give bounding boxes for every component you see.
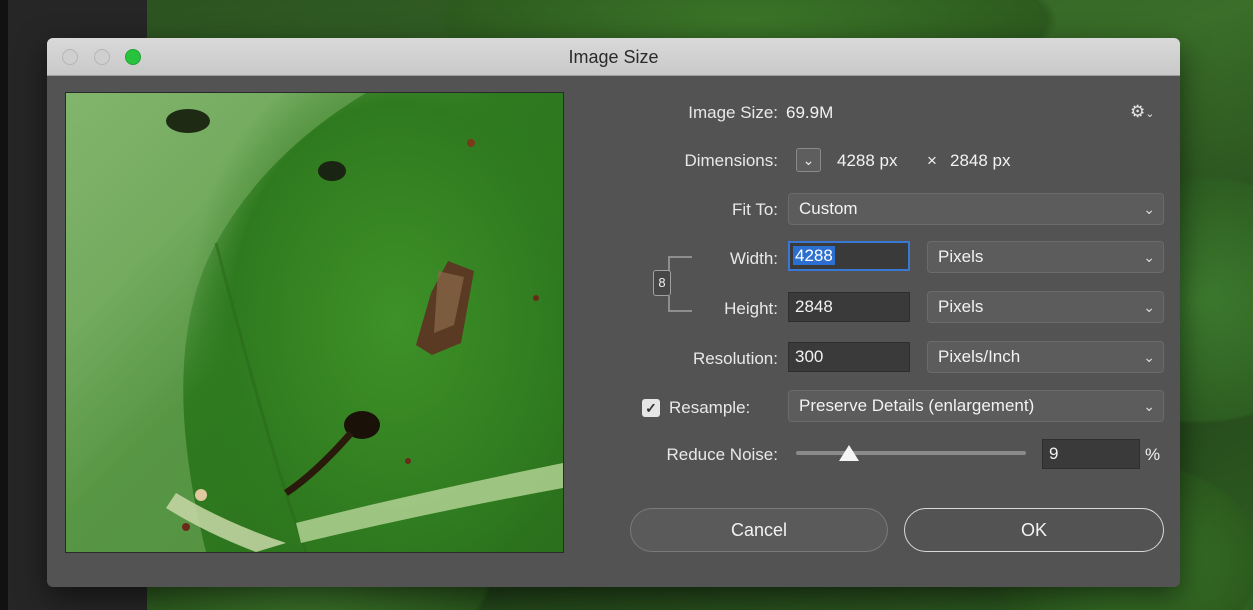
image-size-value: 69.9M	[786, 103, 834, 122]
fit-to-value: Custom	[799, 199, 858, 218]
preview-leaf-graphic	[66, 93, 563, 552]
resolution-input[interactable]: 300	[788, 342, 910, 372]
resolution-unit-value: Pixels/Inch	[938, 347, 1021, 366]
chevron-down-icon: ⌄	[1143, 349, 1155, 365]
link-bracket-top	[668, 256, 692, 272]
link-bracket-bottom	[668, 296, 692, 312]
gear-icon[interactable]: ⚙⌄	[1130, 102, 1154, 122]
resample-label: Resample:	[669, 398, 751, 417]
resample-method-select[interactable]: Preserve Details (enlargement) ⌄	[788, 390, 1164, 422]
width-value: 4288	[793, 246, 835, 265]
resample-checkbox[interactable]: ✓	[642, 399, 660, 417]
height-unit-value: Pixels	[938, 297, 984, 316]
chevron-down-icon: ⌄	[1143, 398, 1155, 414]
height-value: 2848	[795, 297, 833, 316]
resolution-value: 300	[795, 347, 824, 366]
width-unit-value: Pixels	[938, 247, 984, 266]
titlebar: Image Size	[47, 38, 1180, 76]
resample-method-value: Preserve Details (enlargement)	[799, 396, 1035, 415]
image-preview[interactable]	[65, 92, 564, 553]
resolution-unit-select[interactable]: Pixels/Inch ⌄	[927, 341, 1164, 373]
height-unit-select[interactable]: Pixels ⌄	[927, 291, 1164, 323]
app-edge	[0, 0, 8, 610]
reduce-noise-label: Reduce Noise:	[666, 445, 778, 464]
height-label: Height:	[724, 299, 778, 318]
chevron-down-icon: ⌄	[802, 152, 815, 168]
reduce-noise-slider-track[interactable]	[796, 451, 1026, 455]
image-size-label: Image Size:	[688, 103, 778, 122]
height-input[interactable]: 2848	[788, 292, 910, 322]
dimensions-label: Dimensions:	[684, 151, 778, 170]
reduce-noise-unit: %	[1145, 445, 1161, 464]
width-label: Width:	[729, 249, 778, 268]
reduce-noise-input[interactable]: 9	[1042, 439, 1140, 469]
reduce-noise-slider-thumb[interactable]	[838, 445, 859, 461]
checkmark-icon: ✓	[645, 400, 657, 416]
chevron-down-icon: ⌄	[1143, 249, 1155, 265]
reduce-noise-value: 9	[1049, 444, 1059, 463]
dimensions-unit-toggle[interactable]: ⌄	[796, 148, 821, 172]
image-size-dialog: Image Size Image Size: 69.9M ⚙⌄ Dimensio…	[47, 38, 1180, 587]
ok-button[interactable]: OK	[904, 508, 1164, 552]
fit-to-select[interactable]: Custom ⌄	[788, 193, 1164, 225]
dimensions-width: 4288 px	[837, 151, 898, 170]
width-input[interactable]: 4288	[788, 241, 910, 271]
cancel-button[interactable]: Cancel	[630, 508, 888, 552]
dialog-title: Image Size	[568, 47, 659, 67]
link-chain-icon[interactable]: 8	[653, 270, 671, 296]
resolution-label: Resolution:	[692, 349, 778, 368]
width-unit-select[interactable]: Pixels ⌄	[927, 241, 1164, 273]
chevron-down-icon: ⌄	[1143, 201, 1155, 217]
dimensions-height: 2848 px	[950, 151, 1011, 170]
dimensions-separator: ×	[927, 151, 937, 170]
fit-to-label: Fit To:	[732, 200, 778, 219]
chevron-down-icon: ⌄	[1143, 299, 1155, 315]
